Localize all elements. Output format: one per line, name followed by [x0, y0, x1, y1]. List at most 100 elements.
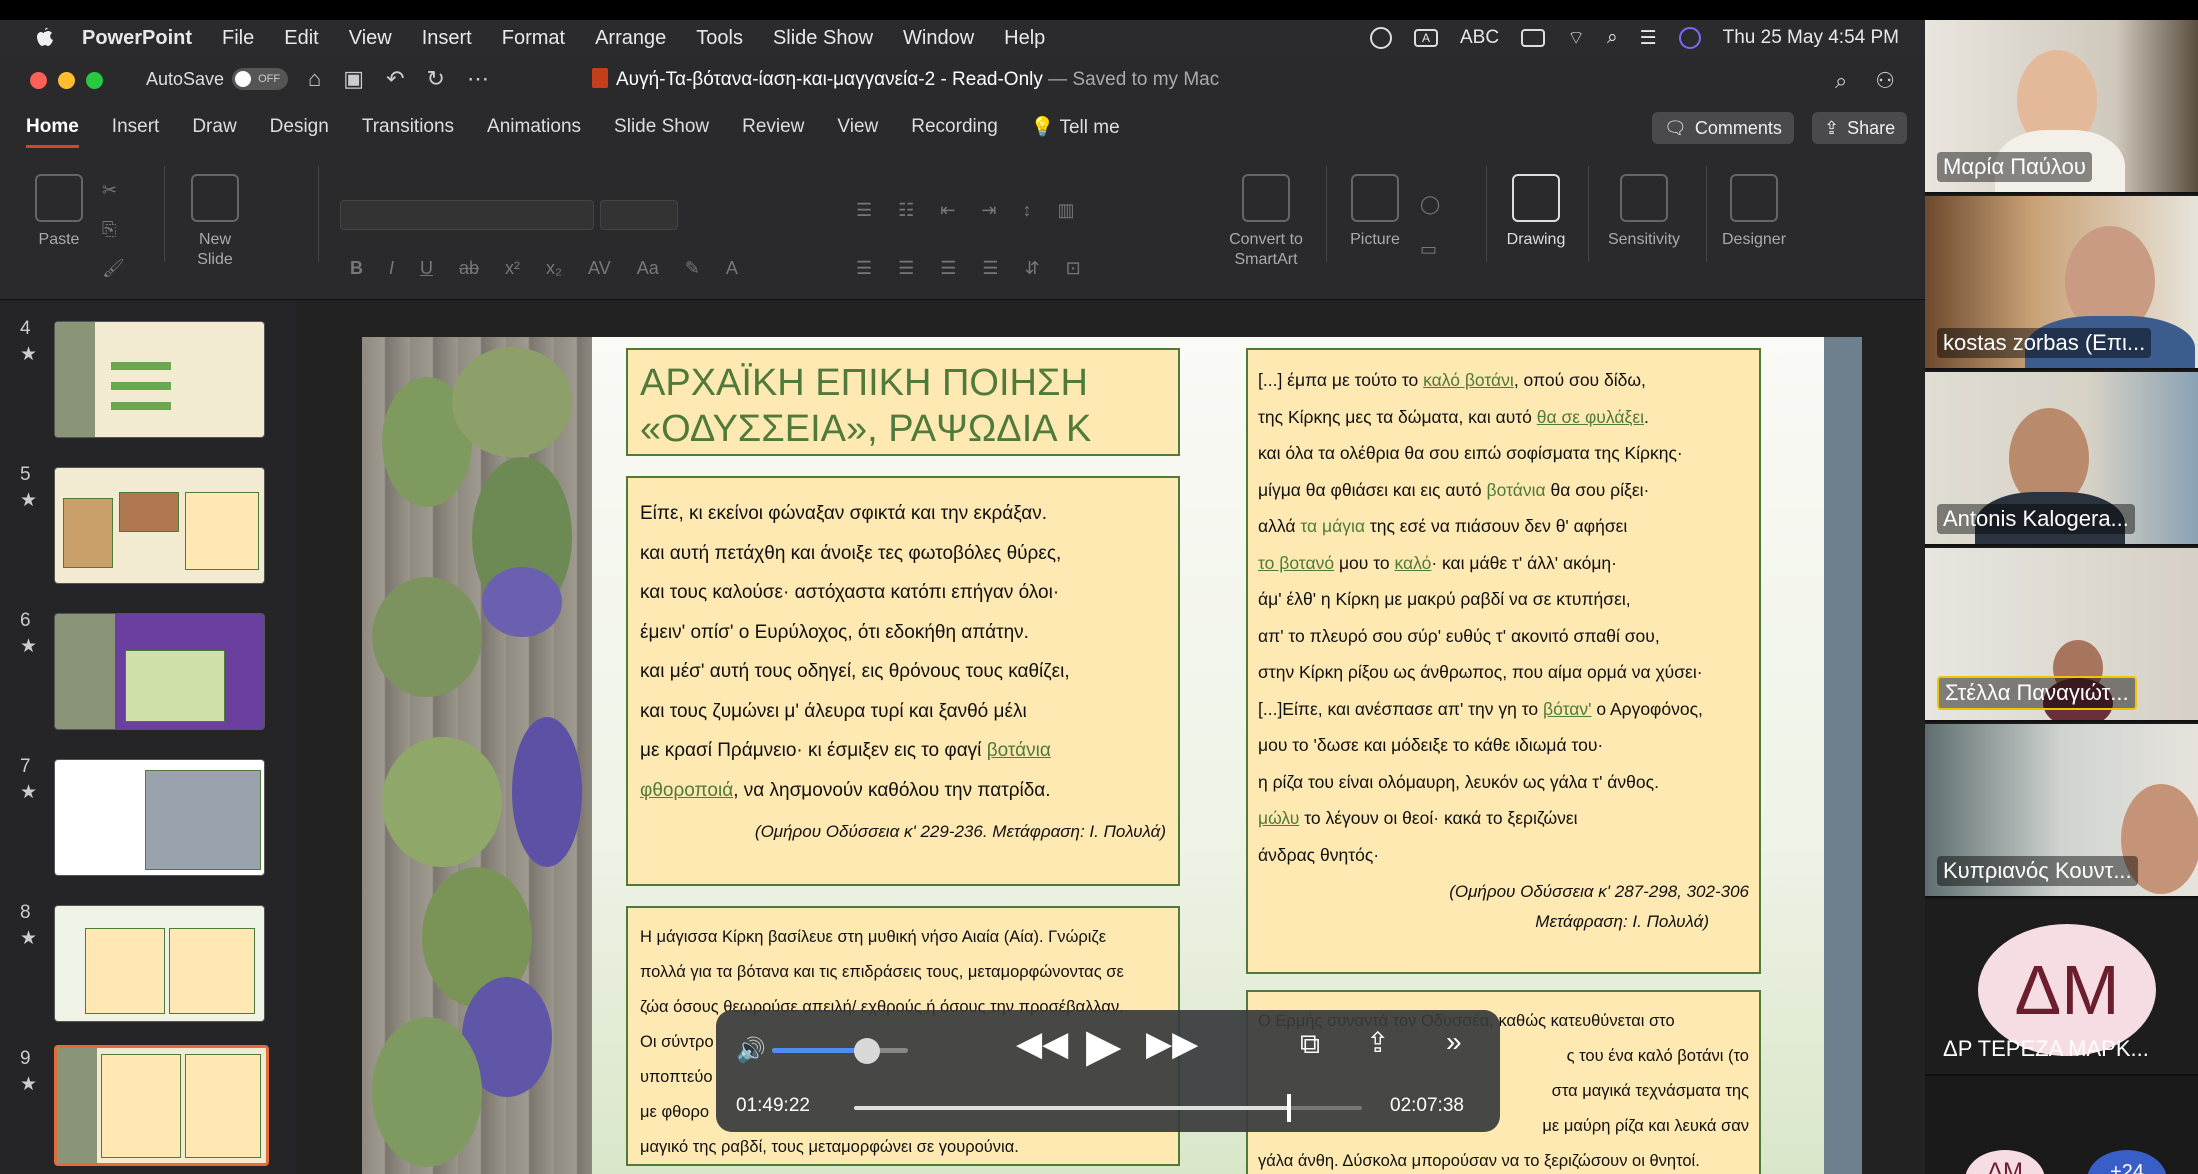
participant-tile[interactable]: Στέλλα Παναγιώτ... — [1925, 548, 2198, 722]
more-participants-count[interactable]: +24 — [2087, 1150, 2167, 1174]
strikethrough-icon[interactable]: ab — [459, 258, 479, 279]
menu-file[interactable]: File — [222, 27, 254, 50]
increase-indent-icon[interactable]: ⇥ — [981, 200, 996, 221]
comments-button[interactable]: 🗨 Comments — [1652, 112, 1794, 144]
picture-button[interactable]: Picture — [1342, 174, 1408, 250]
italic-icon[interactable]: I — [389, 258, 394, 279]
drawing-button[interactable]: Drawing — [1498, 174, 1574, 250]
odyssey-excerpt-left[interactable]: Είπε, κι εκείνοι φώναξαν σφικτά και την … — [626, 476, 1180, 886]
document-title[interactable]: Αυγή-Τα-βότανα-ίαση-και-μαγγανεία-2 - Re… — [592, 68, 1219, 91]
numbering-icon[interactable]: ☷ — [898, 200, 914, 221]
menu-window[interactable]: Window — [903, 27, 974, 50]
shapes-icon[interactable]: ◯ — [1420, 194, 1440, 215]
paste-button[interactable]: Paste — [30, 174, 88, 250]
volume-knob[interactable] — [854, 1038, 881, 1064]
volume-slider[interactable] — [772, 1038, 908, 1064]
bullets-icon[interactable]: ☰ — [856, 200, 872, 221]
tab-home[interactable]: Home — [26, 116, 79, 148]
input-source-label[interactable]: ABC — [1460, 27, 1499, 49]
battery-icon[interactable] — [1521, 29, 1546, 47]
columns-icon[interactable]: ▥ — [1057, 200, 1074, 221]
more-participant-avatar[interactable]: ΔΜ — [1965, 1150, 2045, 1174]
sensitivity-button[interactable]: Sensitivity — [1598, 174, 1690, 250]
redo-icon[interactable]: ↻ — [427, 66, 445, 92]
share-button[interactable]: ⇪ Share — [1812, 112, 1908, 144]
highlight-icon[interactable]: ✎ — [685, 258, 700, 279]
menu-view[interactable]: View — [349, 27, 392, 50]
volume-icon[interactable]: 🔊 — [736, 1036, 766, 1065]
apple-icon[interactable] — [34, 26, 54, 50]
menu-help[interactable]: Help — [1004, 27, 1045, 50]
font-name-select[interactable] — [340, 200, 594, 230]
convert-smartart-button[interactable]: Convert to SmartArt — [1222, 174, 1310, 270]
participant-tile[interactable]: Κυπριανός Κουντ... — [1925, 724, 2198, 898]
decrease-indent-icon[interactable]: ⇤ — [940, 200, 955, 221]
tab-recording[interactable]: Recording — [911, 116, 998, 138]
menu-arrange[interactable]: Arrange — [595, 27, 666, 50]
close-window-button[interactable] — [30, 72, 47, 89]
new-slide-button[interactable]: New Slide — [184, 174, 246, 270]
format-painter-icon[interactable]: 🖌 — [102, 258, 125, 279]
char-spacing-icon[interactable]: AV — [588, 258, 611, 279]
home-icon[interactable]: ⌂ — [308, 66, 321, 92]
participant-tile[interactable]: Antonis Kalogera... — [1925, 372, 2198, 546]
designer-button[interactable]: Designer — [1714, 174, 1794, 250]
menu-insert[interactable]: Insert — [422, 27, 472, 50]
line-spacing-icon[interactable]: ↕ — [1022, 200, 1031, 221]
font-color-icon[interactable]: A — [726, 258, 738, 279]
menu-slide-show[interactable]: Slide Show — [773, 27, 873, 50]
siri-icon[interactable] — [1678, 27, 1701, 49]
slide-title-box[interactable]: ΑΡΧΑΪΚΗ ΕΠΙΚΗ ΠΟΙΗΣΗ «ΟΔΥΣΣΕΙΑ», ΡΑΨΩΔΙΑ… — [626, 348, 1180, 456]
tab-transitions[interactable]: Transitions — [362, 116, 454, 138]
share-people-icon[interactable]: ⚇ — [1875, 68, 1895, 94]
menu-app-name[interactable]: PowerPoint — [82, 27, 192, 50]
slide-thumbnail-4[interactable] — [54, 321, 265, 438]
tab-animations[interactable]: Animations — [487, 116, 581, 138]
change-case-icon[interactable]: Aa — [637, 258, 659, 279]
play-icon[interactable]: ▶ — [1086, 1018, 1121, 1072]
rewind-icon[interactable]: ◀◀ — [1016, 1024, 1068, 1064]
align-left-icon[interactable]: ☰ — [856, 258, 872, 279]
play-circle-icon[interactable] — [1369, 27, 1392, 49]
tab-design[interactable]: Design — [270, 116, 329, 138]
participant-tile[interactable]: Μαρία Παύλου — [1925, 20, 2198, 194]
participant-tile[interactable]: ΔΜ ΔΡ ΤΕΡΕΖΑ ΜΑΡΚ... — [1925, 900, 2198, 1076]
input-source-icon[interactable]: A — [1413, 29, 1438, 47]
save-icon[interactable]: ▣ — [343, 66, 364, 92]
control-center-icon[interactable]: ☰ — [1640, 27, 1657, 50]
subscript-icon[interactable]: x₂ — [546, 258, 562, 279]
slide-thumbnail-7[interactable] — [54, 759, 265, 876]
textbox-icon[interactable]: ▭ — [1420, 239, 1440, 260]
slide-thumbnail-8[interactable] — [54, 905, 265, 1022]
zoom-window-button[interactable] — [86, 72, 103, 89]
tab-insert[interactable]: Insert — [112, 116, 160, 138]
copy-icon[interactable]: ⎘ — [102, 219, 125, 240]
tab-draw[interactable]: Draw — [192, 116, 236, 138]
playback-speed-icon[interactable]: » — [1446, 1026, 1462, 1058]
undo-icon[interactable]: ↶ — [386, 66, 404, 92]
bold-icon[interactable]: B — [350, 258, 363, 279]
fast-forward-icon[interactable]: ▶▶ — [1146, 1024, 1198, 1064]
menu-tools[interactable]: Tools — [696, 27, 743, 50]
wifi-icon[interactable]: ⌔ — [1567, 26, 1585, 50]
share-video-icon[interactable]: ⇪ — [1366, 1026, 1389, 1059]
underline-icon[interactable]: U — [420, 258, 433, 279]
tab-slide-show[interactable]: Slide Show — [614, 116, 709, 138]
tell-me-search[interactable]: 💡 Tell me — [1031, 115, 1120, 139]
minimize-window-button[interactable] — [58, 72, 75, 89]
cut-icon[interactable]: ✂ — [102, 180, 125, 201]
participant-tile[interactable]: kostas zorbas (Επι... — [1925, 196, 2198, 370]
text-direction-icon[interactable]: ⇵ — [1025, 258, 1040, 279]
slide-thumbnail-6[interactable] — [54, 613, 265, 730]
search-icon[interactable]: ⌕ — [1835, 68, 1847, 94]
tab-view[interactable]: View — [837, 116, 878, 138]
justify-icon[interactable]: ☰ — [982, 258, 998, 279]
align-center-icon[interactable]: ☰ — [898, 258, 914, 279]
odyssey-excerpt-right[interactable]: [...] έμπα με τούτο το καλό βοτάνι, οπού… — [1246, 348, 1761, 974]
spotlight-search-icon[interactable]: ⌕ — [1607, 27, 1618, 49]
superscript-icon[interactable]: x² — [505, 258, 520, 279]
align-text-icon[interactable]: ⊡ — [1066, 258, 1081, 279]
menu-edit[interactable]: Edit — [284, 27, 318, 50]
more-icon[interactable]: ⋯ — [467, 66, 489, 92]
tab-review[interactable]: Review — [742, 116, 804, 138]
